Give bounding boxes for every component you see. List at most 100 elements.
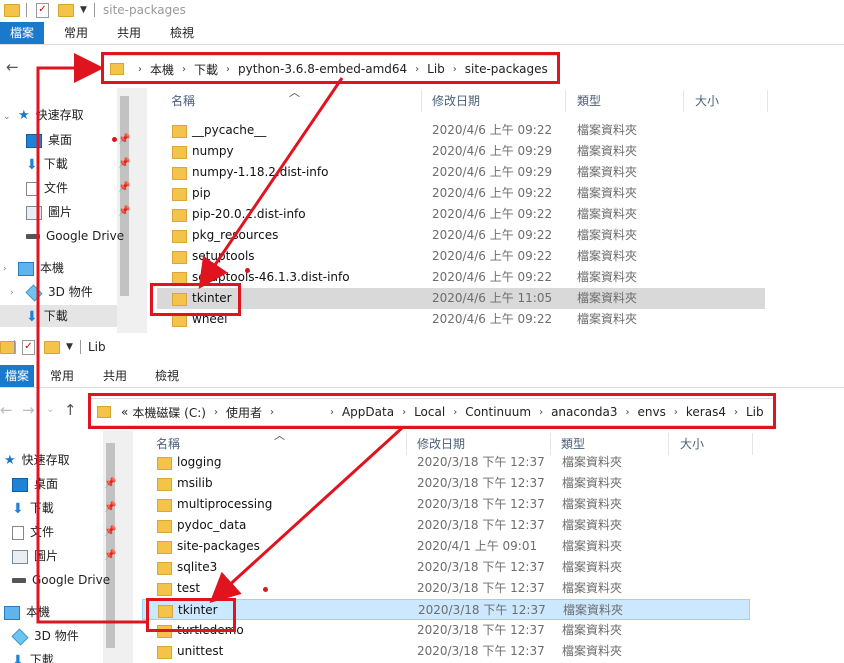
nav-this-pc[interactable]: 本機 xyxy=(4,601,50,623)
breadcrumb-downloads[interactable]: 下載 xyxy=(194,61,218,78)
back-arrow-icon[interactable]: ← xyxy=(6,58,19,76)
column-header-name[interactable]: 名稱 xyxy=(171,88,195,114)
column-divider[interactable] xyxy=(421,90,422,112)
breadcrumb-this-pc[interactable]: 本機 xyxy=(150,61,174,78)
file-row[interactable]: tkinter 2020/4/6 上午 11:05 檔案資料夾 xyxy=(157,288,765,309)
pin-icon[interactable]: 📌 xyxy=(104,521,116,543)
properties-icon[interactable]: ✓ xyxy=(22,340,35,355)
chevron-right-icon[interactable]: › xyxy=(3,264,7,274)
nav-3d-objects[interactable]: 3D 物件 xyxy=(11,625,79,647)
column-divider[interactable] xyxy=(767,90,768,112)
nav-this-pc[interactable]: 本機 xyxy=(18,257,64,279)
column-header-type[interactable]: 類型 xyxy=(577,88,601,114)
breadcrumb-python-folder[interactable]: python-3.6.8-embed-amd64 xyxy=(238,62,407,76)
tab-view[interactable]: 檢視 xyxy=(155,365,179,387)
file-row[interactable]: wheel 2020/4/6 上午 09:22 檔案資料夾 xyxy=(157,309,765,330)
chevron-down-icon[interactable]: ⌄ xyxy=(3,112,11,122)
file-row[interactable]: turtledemo 2020/3/18 下午 12:37 檔案資料夾 xyxy=(142,620,750,641)
breadcrumb-local-disk[interactable]: 本機磁碟 (C:) xyxy=(132,404,206,421)
tab-home[interactable]: 常用 xyxy=(64,22,88,44)
nav-google-drive[interactable]: Google Drive xyxy=(12,569,118,591)
breadcrumb-overflow[interactable]: « xyxy=(121,405,128,419)
picture-icon xyxy=(12,549,28,564)
file-row[interactable]: multiprocessing 2020/3/18 下午 12:37 檔案資料夾 xyxy=(142,494,750,515)
address-bar[interactable]: « 本機磁碟 (C:) › 使用者 › › AppData › Local › … xyxy=(90,398,775,426)
file-row[interactable]: logging 2020/3/18 下午 12:37 檔案資料夾 xyxy=(142,452,750,473)
list-scrollbar[interactable] xyxy=(118,431,133,663)
nav-downloads[interactable]: ⬇ 下載 📌 xyxy=(12,497,118,519)
column-divider[interactable] xyxy=(683,90,684,112)
file-date: 2020/4/6 上午 09:22 xyxy=(432,123,553,137)
nav-downloads[interactable]: ⬇ 下載 📌 xyxy=(26,153,132,175)
breadcrumb-anaconda3[interactable]: anaconda3 xyxy=(551,405,617,419)
properties-icon[interactable]: ✓ xyxy=(36,3,49,18)
breadcrumb-users[interactable]: 使用者 xyxy=(226,404,262,421)
pin-icon[interactable]: 📌 xyxy=(118,153,130,175)
nav-documents[interactable]: 文件 📌 xyxy=(26,177,132,199)
nav-label: 快速存取 xyxy=(35,108,84,122)
nav-quick-access[interactable]: ★ 快速存取 xyxy=(4,449,70,471)
pin-icon[interactable]: 📌 xyxy=(104,497,116,519)
file-row[interactable]: __pycache__ 2020/4/6 上午 09:22 檔案資料夾 xyxy=(157,120,765,141)
customize-toolbar-icon[interactable]: ▼ xyxy=(66,342,73,358)
file-row[interactable]: tkinter 2020/3/18 下午 12:37 檔案資料夾 xyxy=(142,599,750,620)
file-row[interactable]: pip 2020/4/6 上午 09:22 檔案資料夾 xyxy=(157,183,765,204)
up-arrow-icon[interactable]: ↑ xyxy=(64,401,77,419)
file-row[interactable]: test 2020/3/18 下午 12:37 檔案資料夾 xyxy=(142,578,750,599)
column-header-date[interactable]: 修改日期 xyxy=(432,88,480,114)
tab-share[interactable]: 共用 xyxy=(103,365,127,387)
breadcrumb-lib[interactable]: Lib xyxy=(427,62,445,76)
pin-icon[interactable]: 📌 xyxy=(118,177,130,199)
forward-arrow-icon[interactable]: → xyxy=(22,401,35,419)
breadcrumb-site-packages[interactable]: site-packages xyxy=(465,62,548,76)
recent-dropdown-icon[interactable]: ⌄ xyxy=(46,404,54,415)
file-date: 2020/3/18 下午 12:37 xyxy=(417,455,545,469)
file-row[interactable]: sqlite3 2020/3/18 下午 12:37 檔案資料夾 xyxy=(142,557,750,578)
nav-desktop[interactable]: 桌面 📌 xyxy=(12,473,118,495)
list-scrollbar[interactable] xyxy=(132,88,147,333)
file-row[interactable]: setuptools 2020/4/6 上午 09:22 檔案資料夾 xyxy=(157,246,765,267)
file-date: 2020/3/18 下午 12:37 xyxy=(417,623,545,637)
nav-documents[interactable]: 文件 📌 xyxy=(12,521,118,543)
column-divider[interactable] xyxy=(752,433,753,455)
file-row[interactable]: pydoc_data 2020/3/18 下午 12:37 檔案資料夾 xyxy=(142,515,750,536)
new-folder-icon[interactable] xyxy=(44,341,60,354)
file-row[interactable]: site-packages 2020/4/1 上午 09:01 檔案資料夾 xyxy=(142,536,750,557)
chevron-right-icon[interactable]: › xyxy=(10,288,14,298)
nav-downloads-2[interactable]: ⬇ 下載 xyxy=(12,649,54,663)
column-divider[interactable] xyxy=(565,90,566,112)
file-date: 2020/3/18 下午 12:37 xyxy=(417,644,545,658)
address-bar[interactable]: › 本機 › 下載 › python-3.6.8-embed-amd64 › L… xyxy=(103,55,559,83)
back-arrow-icon[interactable]: ← xyxy=(0,401,13,419)
nav-google-drive[interactable]: Google Drive xyxy=(26,225,132,247)
nav-pictures[interactable]: 圖片 📌 xyxy=(12,545,118,567)
tab-home[interactable]: 常用 xyxy=(50,365,74,387)
customize-toolbar-icon[interactable]: ▼ xyxy=(80,5,87,21)
file-row[interactable]: pkg_resources 2020/4/6 上午 09:22 檔案資料夾 xyxy=(157,225,765,246)
breadcrumb-envs[interactable]: envs xyxy=(638,405,666,419)
tab-view[interactable]: 檢視 xyxy=(170,22,194,44)
new-folder-icon[interactable] xyxy=(58,4,74,17)
breadcrumb-keras4[interactable]: keras4 xyxy=(686,405,726,419)
pin-icon[interactable]: 📌 xyxy=(104,473,116,495)
file-row[interactable]: unittest 2020/3/18 下午 12:37 檔案資料夾 xyxy=(142,641,750,662)
file-row[interactable]: numpy 2020/4/6 上午 09:29 檔案資料夾 xyxy=(157,141,765,162)
tab-share[interactable]: 共用 xyxy=(117,22,141,44)
column-header-size[interactable]: 大小 xyxy=(695,88,719,114)
pin-icon[interactable]: 📌 xyxy=(104,545,116,567)
file-row[interactable]: pip-20.0.2.dist-info 2020/4/6 上午 09:22 檔案資… xyxy=(157,204,765,225)
file-row[interactable]: numpy-1.18.2.dist-info 2020/4/6 上午 09:29 檔… xyxy=(157,162,765,183)
pin-icon[interactable]: 📌 xyxy=(118,129,130,151)
breadcrumb-appdata[interactable]: AppData xyxy=(342,405,394,419)
nav-downloads-2[interactable]: ⬇ 下載 xyxy=(0,305,117,327)
tab-file[interactable]: 檔案 xyxy=(0,22,44,44)
nav-quick-access[interactable]: ★ 快速存取 xyxy=(18,104,84,126)
breadcrumb-local[interactable]: Local xyxy=(414,405,445,419)
pin-icon[interactable]: 📌 xyxy=(118,201,130,223)
breadcrumb-lib[interactable]: Lib xyxy=(746,405,764,419)
breadcrumb-continuum[interactable]: Continuum xyxy=(465,405,531,419)
file-row[interactable]: msilib 2020/3/18 下午 12:37 檔案資料夾 xyxy=(142,473,750,494)
nav-3d-objects[interactable]: 3D 物件 xyxy=(25,281,93,303)
nav-pictures[interactable]: 圖片 📌 xyxy=(26,201,132,223)
tab-file[interactable]: 檔案 xyxy=(0,365,34,387)
